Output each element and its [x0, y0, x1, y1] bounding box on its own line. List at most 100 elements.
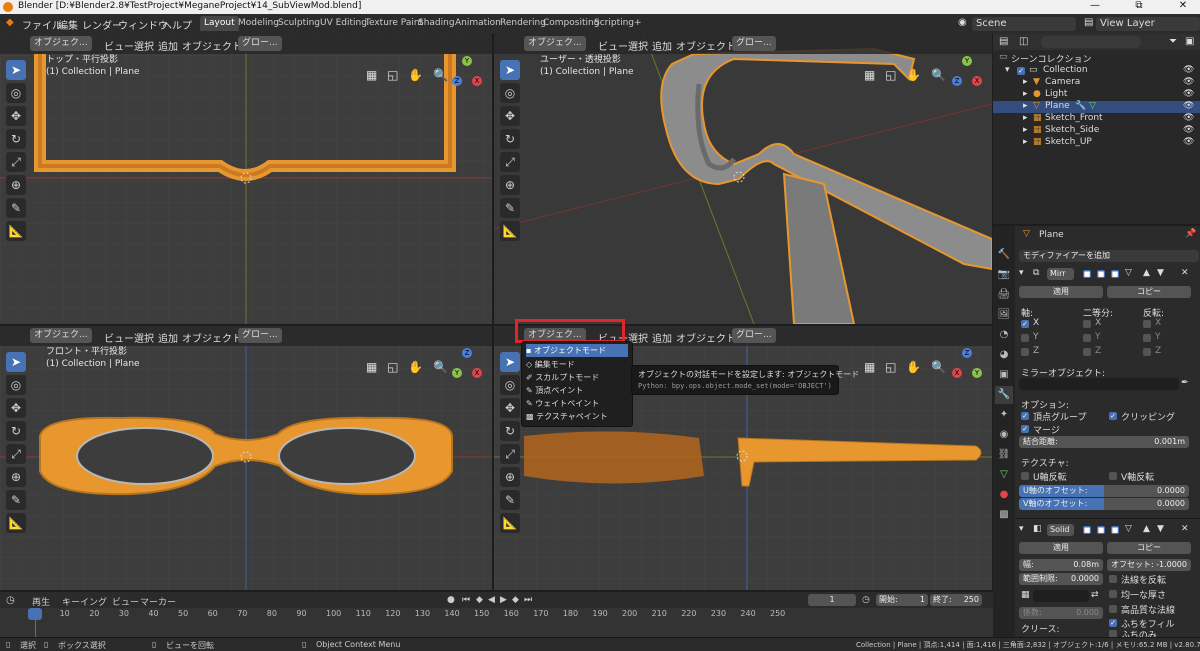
zoom-icon[interactable]: 🔍 — [931, 360, 946, 374]
select-tool-icon[interactable]: ➤ — [500, 352, 520, 372]
move-down-icon[interactable]: ▼ — [1157, 268, 1164, 278]
outliner-item-light[interactable]: ▸ ● Light 👁 — [993, 89, 1200, 101]
factor-field[interactable]: 係数: 0.000 — [1019, 607, 1103, 619]
menu-file[interactable]: ファイル — [22, 17, 62, 32]
menu-marker[interactable]: マーカー — [140, 595, 176, 608]
v-offset-field[interactable]: V軸のオフセット: 0.0000 — [1019, 498, 1189, 510]
outliner-search-input[interactable] — [1041, 36, 1141, 48]
annotate-tool-icon[interactable]: ✎ — [6, 490, 26, 510]
eyedropper-icon[interactable]: ✒ — [1181, 378, 1189, 388]
eye-icon[interactable]: 👁 — [1183, 113, 1194, 123]
eye-icon[interactable]: 👁 — [1183, 89, 1194, 99]
transform-orientation[interactable]: グロー... — [732, 328, 776, 343]
menu-help[interactable]: ヘルプ — [162, 17, 192, 32]
fill-rim-checkbox[interactable]: ✓ — [1109, 619, 1117, 627]
axis-y-checkbox[interactable] — [1021, 334, 1029, 342]
gizmo-y-icon[interactable]: Y — [462, 56, 472, 66]
grid-view-icon[interactable]: ▦ — [366, 360, 377, 374]
edit-mode-toggle-icon[interactable]: ■ — [1083, 526, 1091, 534]
scale-tool-icon[interactable]: ⤢ — [500, 152, 520, 172]
eye-icon[interactable]: 👁 — [1183, 137, 1194, 147]
invert-icon[interactable]: ⇄ — [1091, 590, 1099, 600]
menu-item-edit-mode[interactable]: ◇ 編集モード — [526, 358, 628, 371]
gizmo-z-icon[interactable]: Z — [462, 348, 472, 358]
rotate-tool-icon[interactable]: ↻ — [500, 421, 520, 441]
realtime-toggle-icon[interactable]: ■ — [1097, 270, 1105, 278]
measure-tool-icon[interactable]: 📐 — [500, 513, 520, 533]
menu-select[interactable]: 選択 — [134, 38, 154, 53]
filter-icon[interactable]: ⏷ — [1169, 36, 1177, 47]
even-thickness-checkbox[interactable] — [1109, 590, 1117, 598]
clock-icon[interactable]: ◷ — [862, 595, 870, 605]
viewport-top[interactable]: オブジェク... ビュー 選択 追加 オブジェクト グロー... トップ・平行投… — [0, 34, 492, 324]
add-modifier-button[interactable]: モディファイアーを追加 — [1019, 250, 1199, 262]
expand-icon[interactable]: ▸ — [1023, 113, 1028, 123]
outliner-scene-collection[interactable]: ▭ シーンコレクション — [993, 52, 1200, 65]
pan-hand-icon[interactable]: ✋ — [408, 360, 423, 374]
menu-add[interactable]: 追加 — [652, 330, 672, 345]
transform-tool-icon[interactable]: ⊕ — [6, 467, 26, 487]
grid-view-icon[interactable]: ▦ — [366, 68, 377, 82]
bisect-x-checkbox[interactable] — [1083, 320, 1091, 328]
outliner-item-collection[interactable]: ▾ ✓ ▭ Collection 👁 — [993, 65, 1200, 77]
flip-x-checkbox[interactable] — [1143, 320, 1151, 328]
menu-window[interactable]: ウィンドウ — [118, 17, 168, 32]
menu-item-texture-paint[interactable]: ▩ テクスチャペイント — [526, 410, 628, 423]
menu-object[interactable]: オブジェクト — [676, 38, 736, 53]
collapse-icon[interactable]: ▾ — [1019, 268, 1024, 278]
menu-select[interactable]: 選択 — [628, 38, 648, 53]
camera-view-icon[interactable]: ◱ — [387, 360, 398, 374]
measure-tool-icon[interactable]: 📐 — [6, 513, 26, 533]
annotate-tool-icon[interactable]: ✎ — [500, 490, 520, 510]
move-up-icon[interactable]: ▲ — [1143, 268, 1150, 278]
current-frame-field[interactable]: 1 — [808, 594, 856, 606]
pin-icon[interactable]: 📌 — [1185, 229, 1196, 239]
viewport-user[interactable]: オブジェク... ビュー 選択 追加 オブジェクト グロー... ユーザー・透視… — [494, 34, 992, 324]
transform-orientation[interactable]: グロー... — [238, 328, 282, 343]
gizmo-y-icon[interactable]: Y — [972, 368, 982, 378]
move-tool-icon[interactable]: ✥ — [6, 398, 26, 418]
measure-tool-icon[interactable]: 📐 — [500, 221, 520, 241]
rotate-tool-icon[interactable]: ↻ — [6, 129, 26, 149]
camera-view-icon[interactable]: ◱ — [885, 360, 896, 374]
constraints-tab-icon[interactable]: ⛓ — [995, 446, 1013, 464]
remove-modifier-icon[interactable]: ✕ — [1181, 524, 1189, 534]
jump-start-icon[interactable]: ⏮ — [462, 595, 470, 605]
navigation-gizmo[interactable]: Y Z X — [952, 56, 984, 116]
object-tab-icon[interactable]: ▣ — [995, 366, 1013, 384]
pan-hand-icon[interactable]: ✋ — [906, 68, 921, 82]
outliner-item-sketch-side[interactable]: ▸ ▦ Sketch_Side 👁 — [993, 125, 1200, 137]
navigation-gizmo[interactable]: Y Z X — [452, 56, 484, 116]
render-toggle-icon[interactable]: ■ — [1111, 270, 1119, 278]
transform-orientation[interactable]: グロー... — [238, 36, 282, 51]
scale-tool-icon[interactable]: ⤢ — [6, 152, 26, 172]
camera-view-icon[interactable]: ◱ — [885, 68, 896, 82]
eye-icon[interactable]: 👁 — [1183, 125, 1194, 135]
merge-distance-field[interactable]: 結合距離: 0.001m — [1019, 436, 1189, 448]
eye-icon[interactable]: 👁 — [1183, 65, 1194, 75]
merge-checkbox[interactable]: ✓ — [1021, 425, 1029, 433]
move-tool-icon[interactable]: ✥ — [500, 106, 520, 126]
gizmo-y-icon[interactable]: Y — [962, 56, 972, 66]
prev-keyframe-icon[interactable]: ◆ — [476, 595, 483, 605]
scale-tool-icon[interactable]: ⤢ — [6, 444, 26, 464]
menu-keying[interactable]: キーイング — [62, 595, 107, 608]
gizmo-z-icon[interactable]: Z — [962, 348, 972, 358]
view-layer-tab-icon[interactable]: 🖼 — [995, 306, 1013, 324]
checkbox-icon[interactable]: ✓ — [1017, 67, 1025, 75]
transform-tool-icon[interactable]: ⊕ — [6, 175, 26, 195]
expand-icon[interactable]: ▸ — [1023, 125, 1028, 135]
gizmo-x-icon[interactable]: X — [952, 368, 962, 378]
menu-item-vertex-paint[interactable]: ✎ 頂点ペイント — [526, 384, 628, 397]
outliner-item-plane[interactable]: ▸ ▽ Plane 🔧 ▽ 👁 — [993, 101, 1200, 113]
move-up-icon[interactable]: ▲ — [1143, 524, 1150, 534]
cage-toggle-icon[interactable]: ▽ — [1125, 268, 1132, 278]
menu-object[interactable]: オブジェクト — [676, 330, 736, 345]
menu-item-object-mode[interactable]: ▪ オブジェクトモード — [526, 344, 628, 357]
move-tool-icon[interactable]: ✥ — [6, 106, 26, 126]
cursor-tool-icon[interactable]: ◎ — [500, 83, 520, 103]
collapse-icon[interactable]: ▾ — [1019, 524, 1024, 534]
menu-view[interactable]: ビュー — [104, 330, 134, 345]
menu-select[interactable]: 選択 — [134, 330, 154, 345]
modifier-tab-icon[interactable]: 🔧 — [995, 386, 1013, 404]
